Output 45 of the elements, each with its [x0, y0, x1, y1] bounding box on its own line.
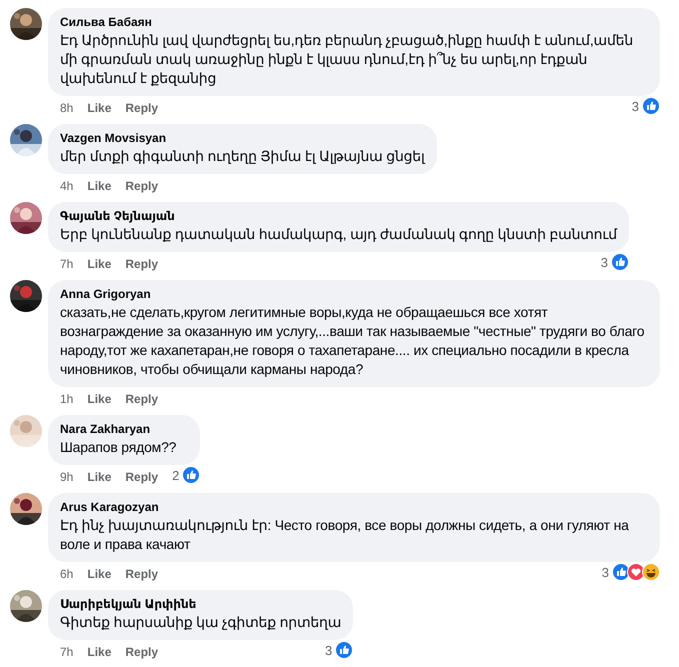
- like-link[interactable]: Like: [87, 179, 112, 193]
- reply-link[interactable]: Reply: [125, 392, 158, 406]
- reply-link[interactable]: Reply: [125, 567, 158, 581]
- author-name[interactable]: Vazgen Movsisyan: [60, 131, 425, 146]
- author-name[interactable]: Arus Karagozyan: [60, 500, 648, 515]
- reaction-count[interactable]: 3: [632, 98, 639, 114]
- comment-text: сказать,не сделать,кругом легитимные воры,куда не обращаешься все хотят вознаграждение за оказанную им услугу,...ваши так называемые "честные" трудяги во благо народу,тот же кахапетаран,не говоря о тахапетаране.... их специально посадили в кресла чиновников, чтобы обчищали карманы народа?: [60, 303, 646, 379]
- comment-text: Էդ Արծրունին լավ վարժեցրել ես,դեռ բերանդ չբացած,ինքը համփ է անում,ամեն մի գրառման տակ առաջինը ինքն է կլասս դնում,էդ ի՞նչ ես արել,որ էդքան վախենում է քեզանից: [60, 31, 634, 88]
- like-link[interactable]: Like: [87, 101, 112, 115]
- like-link[interactable]: Like: [87, 392, 112, 406]
- timestamp[interactable]: 1h: [60, 392, 74, 406]
- reaction-count[interactable]: 3: [324, 642, 332, 658]
- like-icon: [642, 97, 660, 115]
- like-icon: [610, 253, 629, 271]
- author-name[interactable]: Սարիբեկյան Արփինե: [60, 597, 342, 612]
- timestamp[interactable]: 8h: [60, 101, 74, 115]
- like-link[interactable]: Like: [87, 645, 112, 659]
- like-link[interactable]: Like: [87, 257, 112, 271]
- author-name[interactable]: Nara Zakharyan: [60, 422, 188, 437]
- like-link[interactable]: Like: [87, 470, 112, 484]
- like-link[interactable]: Like: [87, 567, 112, 581]
- laughing-face-icon: [642, 563, 660, 581]
- comment-text: Գիտեք հարսանիք կա չգիտեք որտեղա: [60, 613, 342, 632]
- reaction-count[interactable]: 2: [172, 468, 180, 482]
- reaction-count[interactable]: 3: [602, 564, 609, 580]
- like-icon: [182, 466, 200, 484]
- reply-link[interactable]: Reply: [125, 179, 158, 193]
- reply-link[interactable]: Reply: [125, 470, 158, 484]
- comment-text: մեր մտքի գիգանտի ուղեղը Յիմա էլ Ալթայնա ցնցել: [60, 147, 425, 166]
- timestamp[interactable]: 7h: [60, 645, 74, 659]
- reaction-count[interactable]: 3: [600, 254, 608, 270]
- author-name[interactable]: Сильва Бабаян: [60, 15, 648, 30]
- reply-link[interactable]: Reply: [125, 645, 158, 659]
- comment-text: Երբ կունենանք դատական համակարգ, այդ ժամանակ գողը կնստի բանտում: [60, 225, 617, 244]
- reply-link[interactable]: Reply: [125, 101, 158, 115]
- timestamp[interactable]: 9h: [60, 470, 74, 484]
- author-name[interactable]: Anna Grigoryan: [60, 287, 648, 302]
- like-icon: [335, 641, 354, 659]
- timestamp[interactable]: 7h: [60, 257, 74, 271]
- comment-text: Էդ ինչ խայտառակություն էր: Често говоря, все воры должны сидеть, а они гуляют на воле и права качают: [60, 516, 630, 554]
- timestamp[interactable]: 4h: [60, 179, 74, 193]
- comment-text: Шарапов рядом??: [60, 438, 178, 457]
- reply-link[interactable]: Reply: [125, 257, 158, 271]
- author-name[interactable]: Գայանե Չեյնայան: [60, 209, 617, 224]
- timestamp[interactable]: 6h: [60, 567, 74, 581]
